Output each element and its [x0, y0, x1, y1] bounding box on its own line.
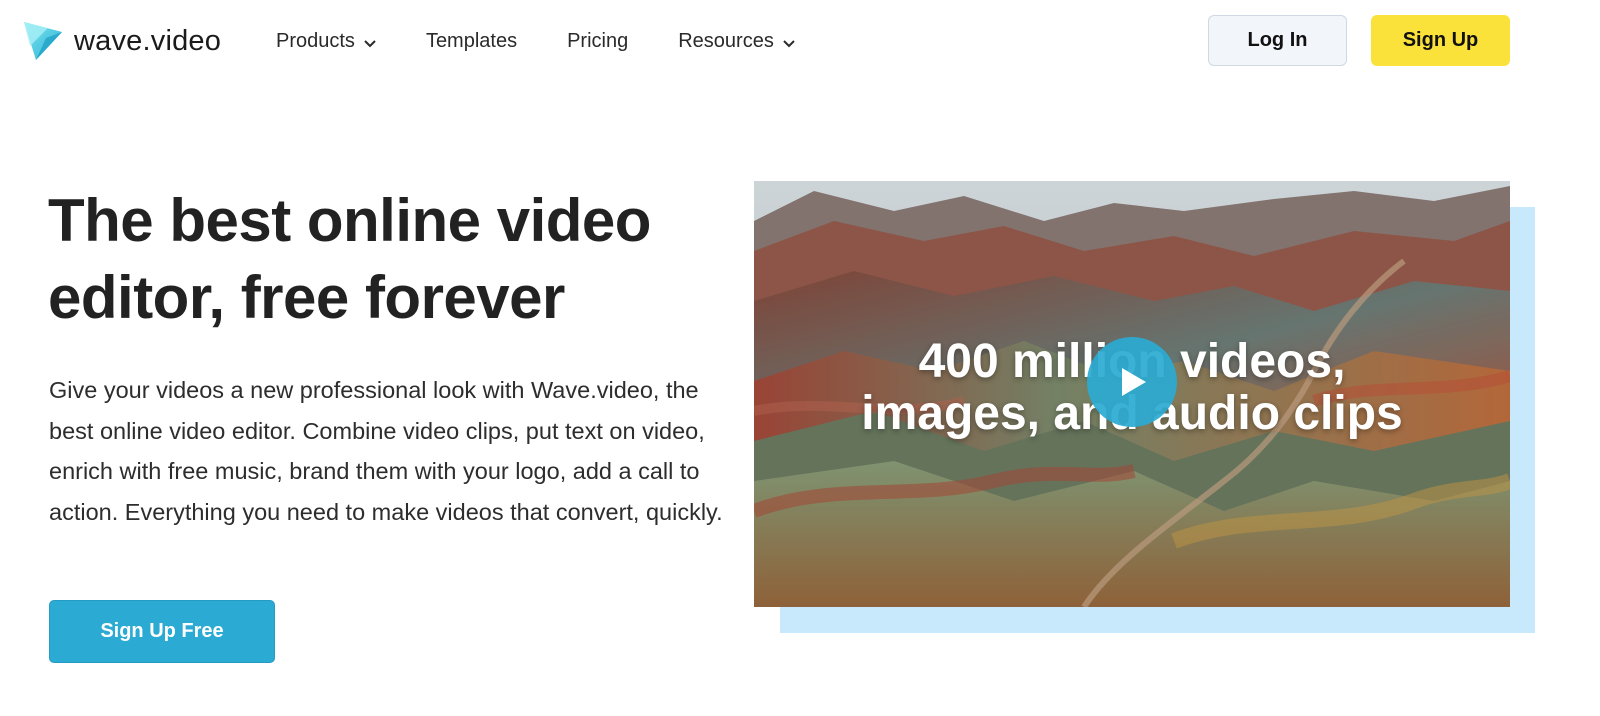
brand-name: wave.video — [74, 24, 222, 57]
nav-item-label: Products — [276, 29, 355, 52]
signup-free-button[interactable]: Sign Up Free — [49, 600, 275, 663]
nav-item-pricing[interactable]: Pricing — [567, 30, 628, 53]
wave-triangle-logo-icon — [24, 22, 62, 60]
hero-title: The best online video editor, free forev… — [48, 182, 738, 336]
hero-description: Give your videos a new professional look… — [49, 377, 723, 525]
signup-button[interactable]: Sign Up — [1371, 15, 1510, 66]
hero-title-line: editor, free forever — [48, 264, 565, 331]
nav-item-label: Templates — [425, 29, 518, 52]
chevron-down-icon — [364, 31, 376, 54]
hero-title-line: The best online video — [48, 187, 651, 254]
brand-logo[interactable]: wave.video — [22, 20, 221, 62]
play-icon — [1122, 368, 1146, 396]
nav-item-products[interactable]: Products — [276, 28, 376, 54]
nav-item-resources[interactable]: Resources — [678, 28, 795, 54]
nav-item-templates[interactable]: Templates — [426, 30, 517, 53]
site-header: wave.video Products Templates Pricing Re… — [0, 0, 1600, 82]
chevron-down-icon — [783, 31, 795, 54]
nav-item-label: Pricing — [567, 29, 629, 52]
main-nav: Products Templates Pricing Resources — [276, 28, 845, 54]
nav-item-label: Resources — [678, 29, 774, 52]
play-button[interactable] — [1087, 337, 1177, 427]
login-button[interactable]: Log In — [1208, 15, 1347, 66]
